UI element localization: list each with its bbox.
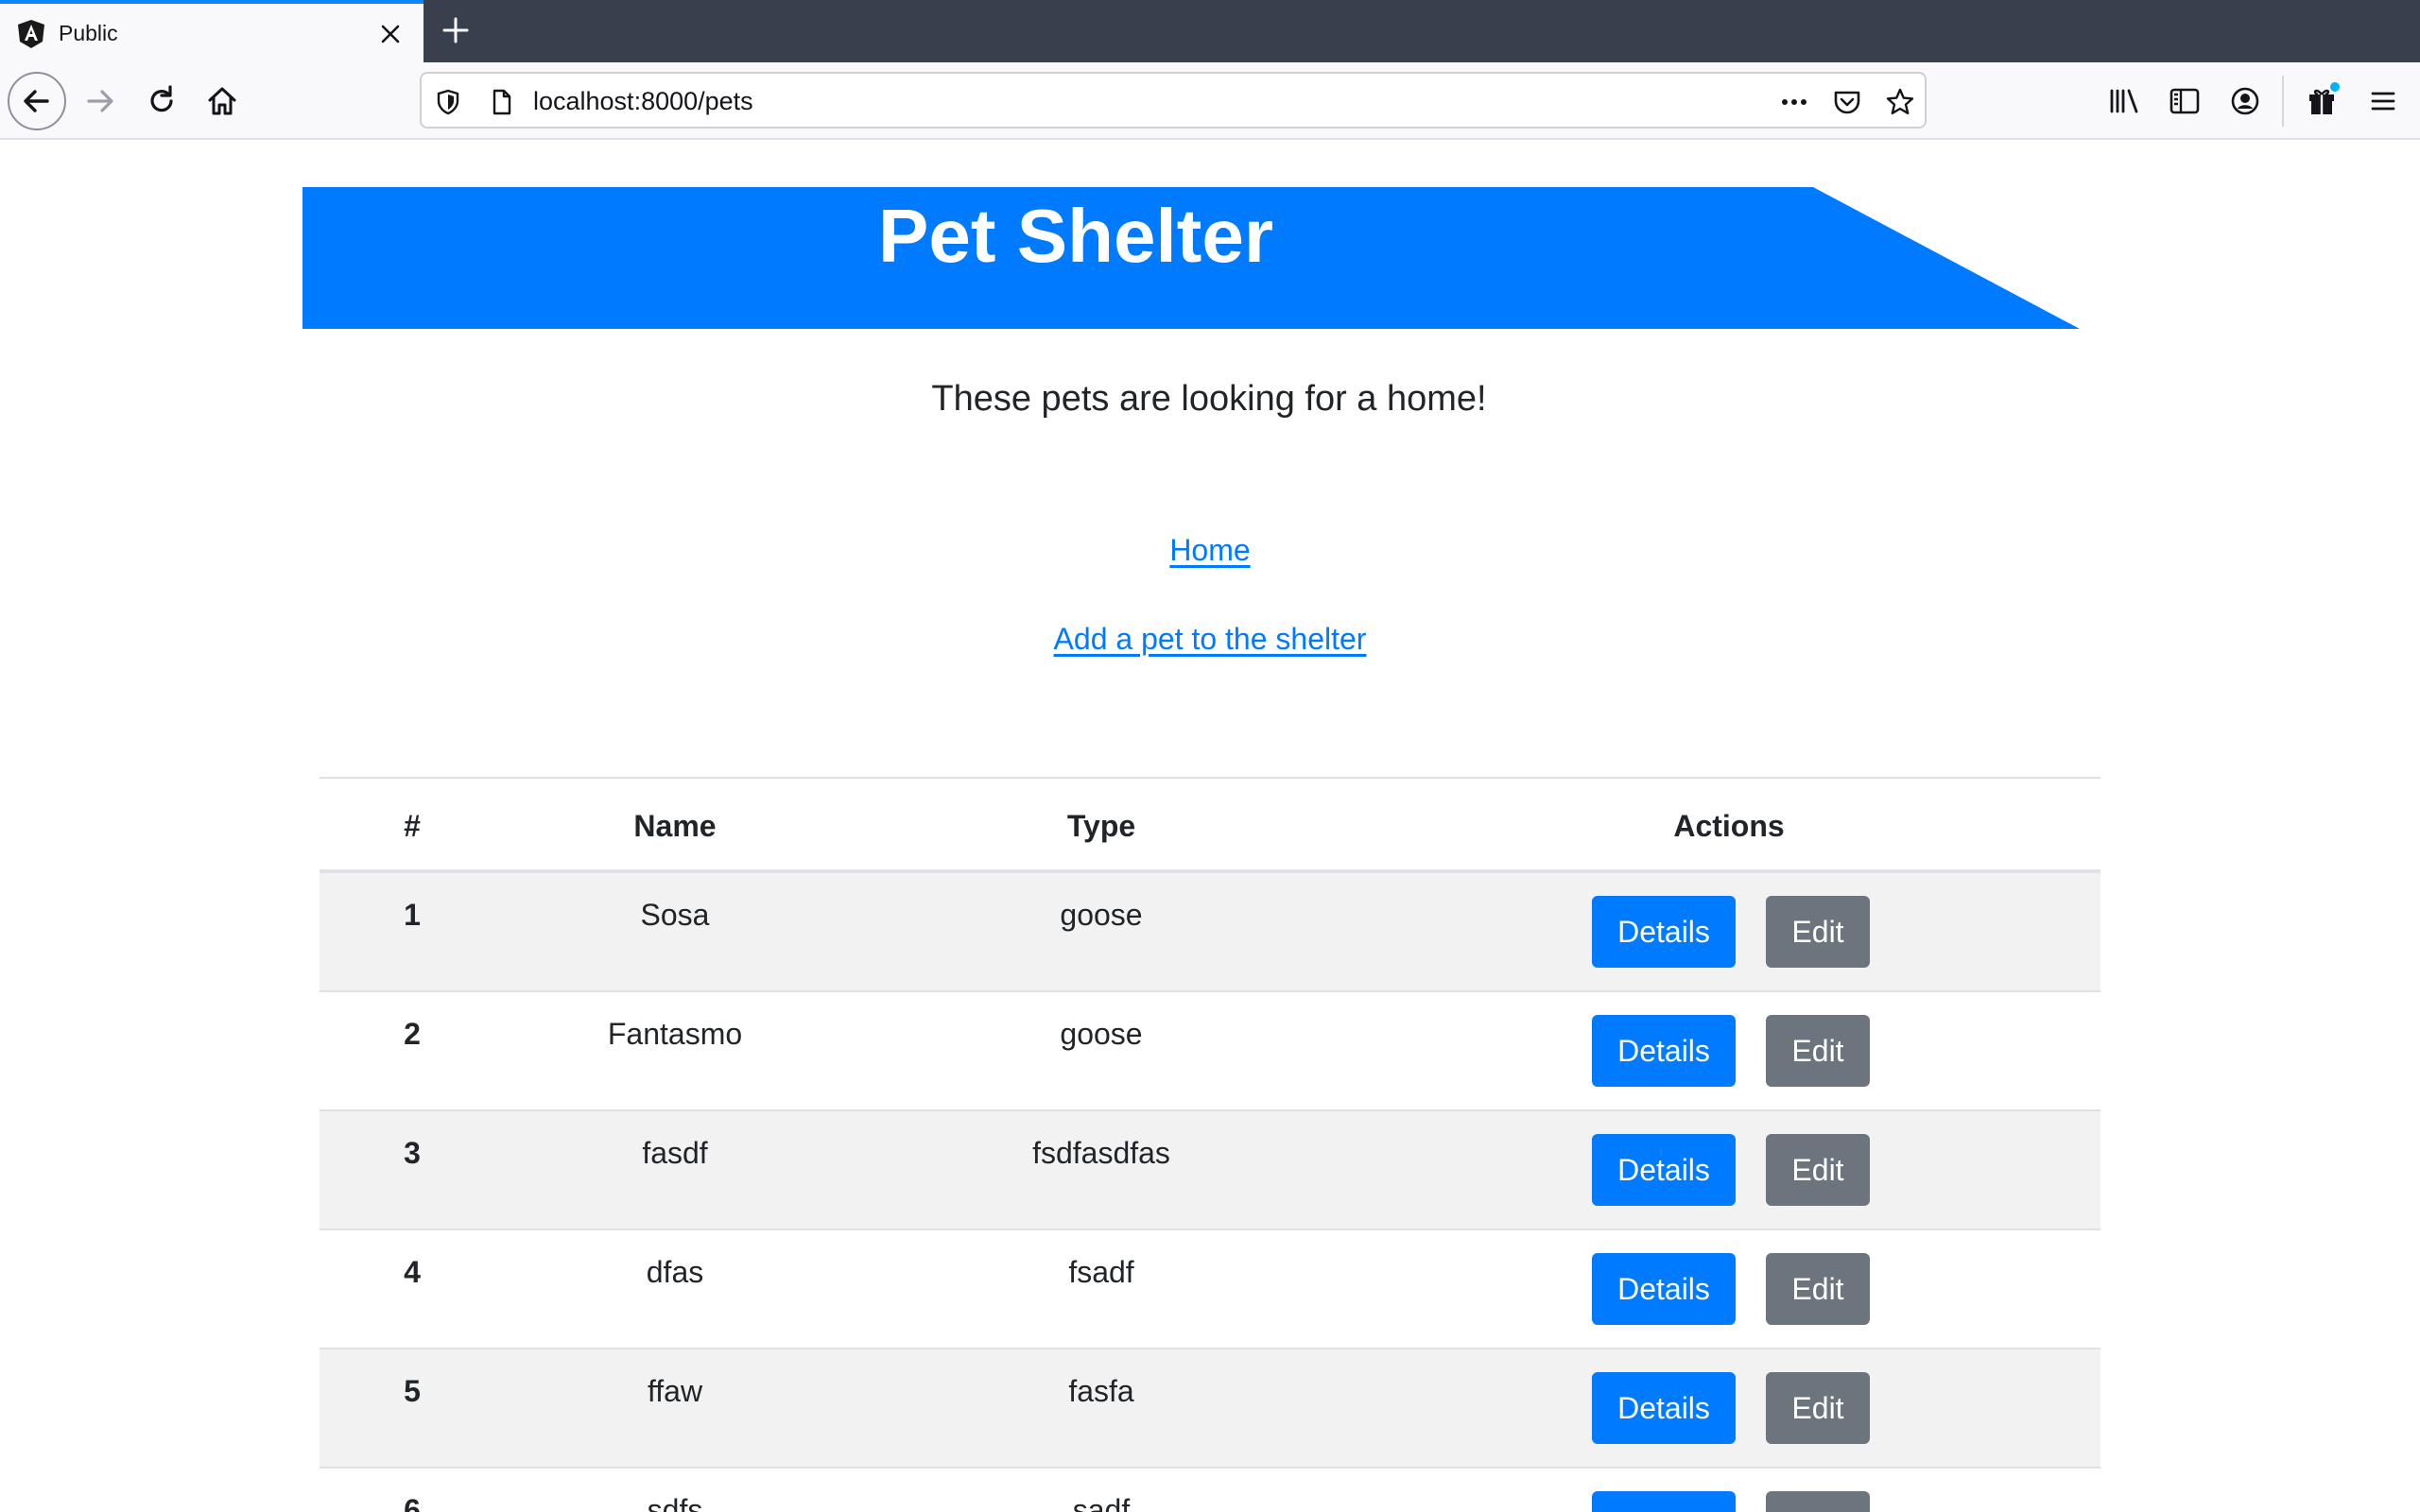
home-link-container: Home [0, 529, 2420, 571]
pet-name: dfas [646, 1255, 704, 1289]
table-row: 4 dfas fsadf Details Edit [320, 1230, 2100, 1349]
details-button[interactable]: Details [1592, 896, 1736, 968]
page-subtitle: These pets are looking for a home! [931, 379, 1487, 419]
tab-strip: Public [0, 0, 2420, 62]
shield-icon[interactable] [431, 85, 465, 119]
add-pet-link-container: Add a pet to the shelter [0, 618, 2420, 660]
reload-icon [150, 85, 173, 112]
page-icon[interactable] [484, 85, 518, 119]
pet-type: fsadf [1068, 1255, 1134, 1289]
column-header-actions: Actions [1673, 809, 1785, 843]
edit-button[interactable]: Edit [1766, 1372, 1870, 1444]
toolbar-separator [2282, 76, 2284, 127]
pet-number: 3 [404, 1136, 421, 1170]
browser-tab[interactable]: Public [0, 0, 424, 62]
navigation-toolbar: localhost:8000/pets [0, 62, 2420, 140]
url-text[interactable]: localhost:8000/pets [533, 85, 753, 117]
pet-number: 1 [404, 898, 421, 932]
pet-type: goose [1060, 898, 1143, 932]
address-bar[interactable]: localhost:8000/pets [420, 72, 1927, 129]
table-row: 5 ffaw fasfa Details Edit [320, 1349, 2100, 1469]
angular-icon [18, 20, 44, 48]
hamburger-menu-icon[interactable] [2363, 81, 2403, 121]
pet-type: sadf [1072, 1493, 1131, 1512]
edit-button[interactable]: Edit [1766, 1491, 1870, 1512]
back-arrow-icon [24, 90, 49, 112]
home-link[interactable]: Home [1169, 533, 1250, 567]
pet-number: 5 [404, 1374, 421, 1408]
column-header-type: Type [1066, 809, 1136, 843]
details-button[interactable]: Details [1592, 1134, 1736, 1206]
pet-name: ffaw [647, 1374, 703, 1408]
page-title: Pet Shelter [878, 194, 1273, 278]
table-row: 3 fasdf fsdfasdfas Details Edit [320, 1111, 2100, 1230]
column-header-number: # [404, 809, 421, 843]
add-pet-link[interactable]: Add a pet to the shelter [1054, 622, 1367, 656]
reload-button[interactable] [132, 72, 191, 130]
home-icon [208, 87, 236, 115]
pet-name: fasdf [642, 1136, 708, 1170]
table-row: 6 sdfs sadf Details Edit [320, 1469, 2100, 1512]
library-icon[interactable] [2104, 81, 2144, 121]
pet-number: 6 [404, 1493, 421, 1512]
edit-button[interactable]: Edit [1766, 896, 1870, 968]
pet-number: 4 [404, 1255, 421, 1289]
close-icon[interactable] [374, 18, 406, 50]
account-icon[interactable] [2225, 81, 2265, 121]
forward-button[interactable] [72, 72, 130, 130]
pet-name: Fantasmo [607, 1017, 743, 1051]
pet-type: fasfa [1068, 1374, 1134, 1408]
page-banner: Pet Shelter [302, 187, 2080, 329]
edit-button[interactable]: Edit [1766, 1134, 1870, 1206]
pet-number: 2 [404, 1017, 421, 1051]
table-row: 1 Sosa goose Details Edit [320, 873, 2100, 992]
home-button[interactable] [193, 72, 251, 130]
tab-title: Public [59, 21, 118, 45]
edit-button[interactable]: Edit [1766, 1015, 1870, 1087]
back-button[interactable] [8, 72, 66, 130]
star-icon[interactable] [1883, 85, 1917, 119]
sidebar-icon[interactable] [2165, 81, 2204, 121]
pets-table: # Name Type Actions 1 Sosa goose Details… [320, 777, 2100, 1512]
column-header-name: Name [633, 809, 717, 843]
edit-button[interactable]: Edit [1766, 1253, 1870, 1325]
details-button[interactable]: Details [1592, 1015, 1736, 1087]
details-button[interactable]: Details [1592, 1253, 1736, 1325]
plus-icon[interactable] [437, 11, 475, 49]
pet-name: sdfs [647, 1493, 703, 1512]
forward-arrow-icon [87, 90, 113, 112]
table-row: 2 Fantasmo goose Details Edit [320, 992, 2100, 1111]
details-button[interactable]: Details [1592, 1372, 1736, 1444]
pet-name: Sosa [640, 898, 710, 932]
more-icon[interactable] [1777, 85, 1811, 119]
pocket-icon[interactable] [1830, 85, 1864, 119]
gift-icon[interactable] [2303, 81, 2342, 121]
pet-type: goose [1060, 1017, 1143, 1051]
table-header: # Name Type Actions [320, 779, 2100, 873]
pet-type: fsdfasdfas [1032, 1136, 1170, 1170]
details-button[interactable]: Details [1592, 1491, 1736, 1512]
